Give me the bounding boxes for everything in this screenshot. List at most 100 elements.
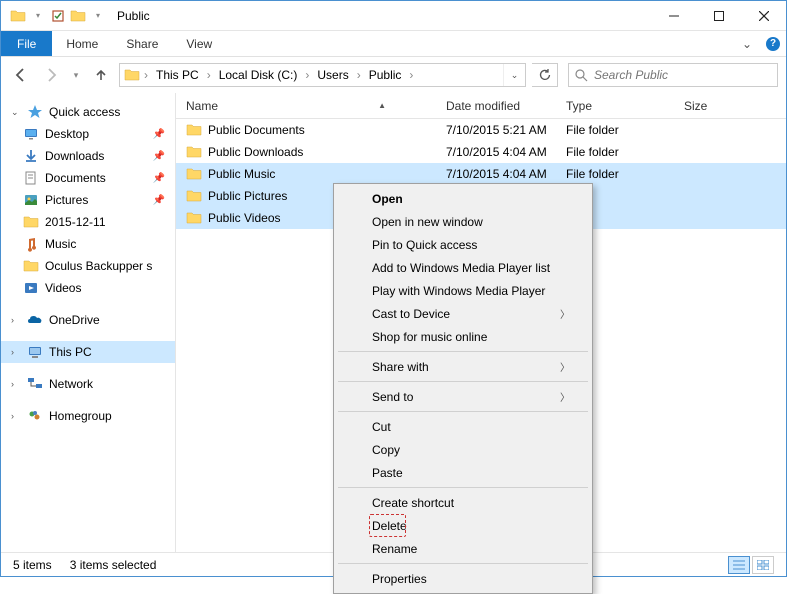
view-large-icons-button[interactable]: [752, 556, 774, 574]
sidebar-item-label: Music: [45, 237, 76, 251]
sidebar-item-label: Documents: [45, 171, 106, 185]
sidebar-item-label: Network: [49, 377, 93, 391]
app-icon[interactable]: [9, 7, 27, 25]
sidebar-item[interactable]: Desktop📌: [1, 123, 175, 145]
chevron-right-icon[interactable]: ›: [303, 68, 311, 82]
sidebar-onedrive[interactable]: › OneDrive: [1, 309, 175, 331]
sidebar-item[interactable]: Music: [1, 233, 175, 255]
sidebar-item[interactable]: Downloads 📌: [1, 145, 175, 167]
chevron-down-icon[interactable]: ⌄: [11, 107, 21, 118]
column-date[interactable]: Date modified: [436, 93, 556, 118]
chevron-right-icon[interactable]: ›: [11, 315, 21, 325]
sidebar-item-label: Videos: [45, 281, 81, 295]
search-input[interactable]: [594, 68, 771, 82]
menu-item-add-to-windows-media-player-list[interactable]: Add to Windows Media Player list: [336, 256, 590, 279]
chevron-right-icon[interactable]: ›: [355, 68, 363, 82]
window-title: Public: [117, 9, 150, 23]
help-button[interactable]: ?: [760, 31, 786, 56]
tab-view[interactable]: View: [172, 31, 226, 56]
recent-locations-button[interactable]: ▾: [69, 63, 83, 87]
sidebar-item[interactable]: Pictures📌: [1, 189, 175, 211]
file-type: File folder: [556, 123, 674, 137]
forward-button[interactable]: [39, 63, 63, 87]
menu-item-cast-to-device[interactable]: Cast to Device〉: [336, 302, 590, 325]
file-row[interactable]: Public Downloads 7/10/2015 4:04 AM File …: [176, 141, 786, 163]
folder-icon: [186, 122, 202, 138]
menu-item-label: Create shortcut: [372, 496, 454, 510]
menu-item-share-with[interactable]: Share with〉: [336, 355, 590, 378]
videos-icon: [23, 280, 39, 296]
menu-item-rename[interactable]: Rename: [336, 537, 590, 560]
close-button[interactable]: [741, 1, 786, 31]
menu-item-label: Shop for music online: [372, 330, 487, 344]
menu-item-label: Rename: [372, 542, 417, 556]
file-tab[interactable]: File: [1, 31, 52, 56]
sidebar-item[interactable]: Documents📌: [1, 167, 175, 189]
submenu-arrow-icon: 〉: [560, 359, 570, 374]
column-name[interactable]: Name▲: [176, 93, 436, 118]
chevron-right-icon[interactable]: ›: [11, 347, 21, 357]
up-button[interactable]: [89, 63, 113, 87]
refresh-button[interactable]: [532, 63, 558, 87]
qat-newfolder-icon[interactable]: [69, 7, 87, 25]
file-name: Public Music: [208, 167, 275, 181]
breadcrumb-users[interactable]: Users: [313, 64, 352, 86]
status-selected-count: 3 items selected: [70, 558, 157, 572]
file-type: File folder: [556, 167, 674, 181]
view-details-button[interactable]: [728, 556, 750, 574]
file-date: 7/10/2015 4:04 AM: [436, 167, 556, 181]
computer-icon: [27, 344, 43, 360]
breadcrumb-thispc[interactable]: This PC: [152, 64, 203, 86]
menu-item-label: Pin to Quick access: [372, 238, 477, 252]
file-row[interactable]: Public Music 7/10/2015 4:04 AM File fold…: [176, 163, 786, 185]
chevron-right-icon[interactable]: ›: [11, 411, 21, 421]
back-button[interactable]: [9, 63, 33, 87]
sidebar-this-pc[interactable]: › This PC: [1, 341, 175, 363]
breadcrumb-public[interactable]: Public: [365, 64, 406, 86]
menu-item-properties[interactable]: Properties: [336, 567, 590, 590]
minimize-button[interactable]: [651, 1, 696, 31]
menu-item-play-with-windows-media-player[interactable]: Play with Windows Media Player: [336, 279, 590, 302]
menu-item-copy[interactable]: Copy: [336, 438, 590, 461]
maximize-button[interactable]: [696, 1, 741, 31]
sidebar-item-label: Downloads: [45, 149, 104, 163]
chevron-right-icon[interactable]: ›: [142, 68, 150, 82]
sidebar-item[interactable]: Oculus Backupper s: [1, 255, 175, 277]
star-icon: [27, 104, 43, 120]
sidebar-quick-access[interactable]: ⌄ Quick access: [1, 101, 175, 123]
menu-item-pin-to-quick-access[interactable]: Pin to Quick access: [336, 233, 590, 256]
sidebar-homegroup[interactable]: › Homegroup: [1, 405, 175, 427]
sidebar-item-label: OneDrive: [49, 313, 100, 327]
tab-share[interactable]: Share: [112, 31, 172, 56]
menu-item-shop-for-music-online[interactable]: Shop for music online: [336, 325, 590, 348]
qat-dropdown[interactable]: ▾: [29, 7, 47, 25]
column-type[interactable]: Type: [556, 93, 674, 118]
qat-properties-icon[interactable]: [49, 7, 67, 25]
sidebar-item[interactable]: Videos: [1, 277, 175, 299]
sidebar-item[interactable]: 2015-12-11: [1, 211, 175, 233]
chevron-right-icon[interactable]: ›: [11, 379, 21, 389]
menu-item-send-to[interactable]: Send to〉: [336, 385, 590, 408]
address-bar[interactable]: › This PC › Local Disk (C:) › Users › Pu…: [119, 63, 526, 87]
chevron-right-icon[interactable]: ›: [205, 68, 213, 82]
qat-overflow[interactable]: ▾: [89, 7, 107, 25]
ribbon-expand-icon[interactable]: ⌄: [734, 31, 760, 56]
sidebar-network[interactable]: › Network: [1, 373, 175, 395]
tab-home[interactable]: Home: [52, 31, 112, 56]
menu-item-open-in-new-window[interactable]: Open in new window: [336, 210, 590, 233]
breadcrumb-localdisk[interactable]: Local Disk (C:): [215, 64, 302, 86]
pin-icon: 📌: [153, 151, 165, 162]
search-box[interactable]: [568, 63, 778, 87]
menu-item-paste[interactable]: Paste: [336, 461, 590, 484]
menu-item-open[interactable]: Open: [336, 187, 590, 210]
address-dropdown-button[interactable]: ⌄: [503, 64, 525, 86]
file-date: 7/10/2015 4:04 AM: [436, 145, 556, 159]
file-row[interactable]: Public Documents 7/10/2015 5:21 AM File …: [176, 119, 786, 141]
file-name: Public Downloads: [208, 145, 303, 159]
menu-item-label: Cut: [372, 420, 391, 434]
chevron-right-icon[interactable]: ›: [407, 68, 415, 82]
menu-item-create-shortcut[interactable]: Create shortcut: [336, 491, 590, 514]
menu-item-delete[interactable]: Delete: [336, 514, 590, 537]
menu-item-cut[interactable]: Cut: [336, 415, 590, 438]
column-size[interactable]: Size: [674, 93, 754, 118]
